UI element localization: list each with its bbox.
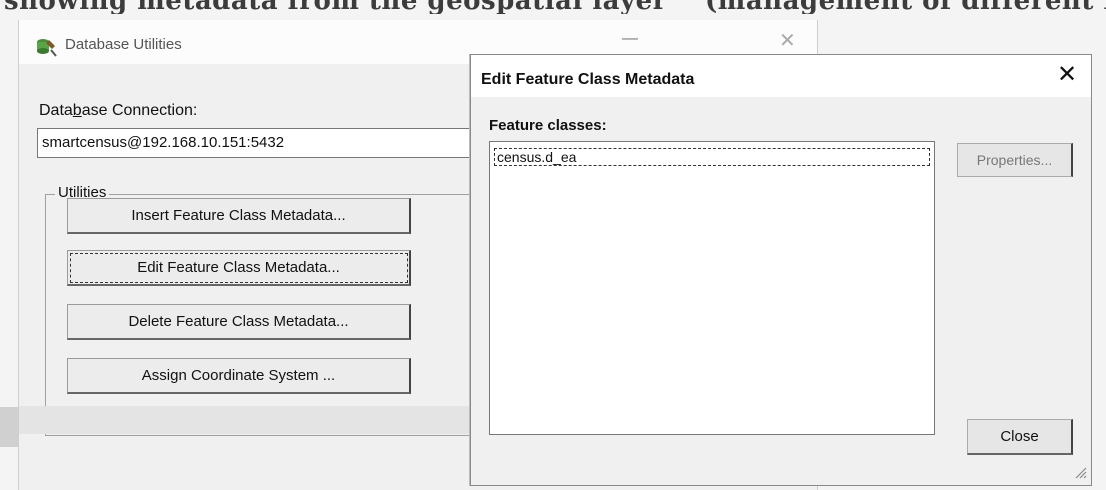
left-edge-strip [0,407,18,447]
edit-dialog-title: Edit Feature Class Metadata [481,71,695,88]
delete-feature-class-metadata-button[interactable]: Delete Feature Class Metadata... [67,304,411,340]
document-text-left: showing metadata from the geospatial lay… [4,0,667,14]
background-document-text: showing metadata from the geospatial lay… [0,0,1106,14]
list-item[interactable]: census.d_ea [494,148,930,166]
database-connection-label: Database Connection: [39,102,197,120]
feature-classes-label: Feature classes: [489,117,607,134]
edit-dialog-titlebar[interactable]: Edit Feature Class Metadata ✕ [471,55,1091,97]
feature-classes-list[interactable]: census.d_ea [489,141,935,435]
close-icon[interactable]: ✕ [779,28,796,53]
window-title: Database Utilities [65,36,182,53]
database-connection-field[interactable]: smartcensus@192.168.10.151:5432 [37,128,491,158]
insert-feature-class-metadata-button[interactable]: Insert Feature Class Metadata... [67,198,411,234]
connection-label-mnemonic: b [72,102,82,119]
database-connection-value: smartcensus@192.168.10.151:5432 [42,134,285,151]
minimize-icon[interactable]: — [622,30,638,48]
assign-coordinate-system-button[interactable]: Assign Coordinate System ... [67,358,411,394]
connection-label-prefix: Data [39,102,73,119]
database-tool-icon [37,39,57,57]
properties-button[interactable]: Properties... [957,143,1073,177]
edit-feature-class-metadata-button[interactable]: Edit Feature Class Metadata... [67,250,411,286]
connection-label-suffix: ase Connection: [81,102,198,119]
document-text-right: (management of different la [705,0,1106,14]
edit-feature-class-metadata-dialog: Edit Feature Class Metadata ✕ Feature cl… [470,54,1092,486]
close-icon[interactable]: ✕ [1057,63,1077,87]
close-button[interactable]: Close [967,419,1073,455]
